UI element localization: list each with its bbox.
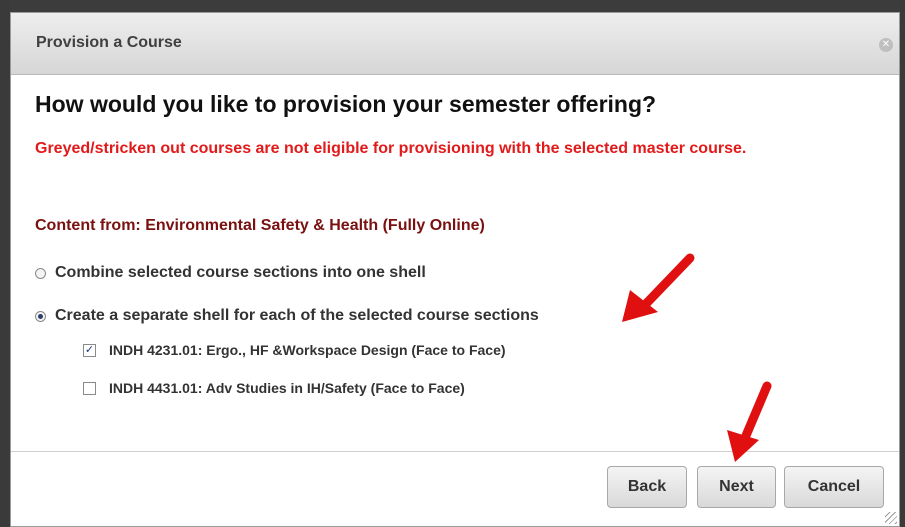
content-source-label: Content from: Environmental Safety & Hea… [35, 217, 485, 234]
close-icon[interactable]: ✕ [879, 38, 893, 52]
resize-grip-icon[interactable] [885, 512, 897, 524]
separate-shell-label: Create a separate shell for each of the … [55, 307, 539, 324]
combine-shell-radio[interactable] [35, 267, 46, 279]
section-item-indh-4431[interactable]: INDH 4431.01: Adv Studies in IH/Safety (… [83, 380, 465, 396]
cancel-button[interactable]: Cancel [784, 466, 884, 508]
backdrop-left [0, 0, 10, 527]
annotation-arrow-icon [727, 381, 772, 462]
page-title: How would you like to provision your sem… [35, 91, 657, 117]
eligibility-warning: Greyed/stricken out courses are not elig… [35, 140, 747, 157]
separate-shell-radio[interactable] [35, 310, 46, 322]
section-checkbox-indh-4431[interactable] [83, 381, 96, 395]
combine-shell-label: Combine selected course sections into on… [55, 264, 426, 281]
section-label-indh-4431: INDH 4431.01: Adv Studies in IH/Safety (… [109, 380, 465, 396]
backdrop-right [900, 0, 905, 527]
option-separate-shell[interactable]: Create a separate shell for each of the … [35, 307, 539, 325]
section-item-indh-4231[interactable]: ✓ INDH 4231.01: Ergo., HF &Workspace Des… [83, 342, 506, 358]
dialog-title: Provision a Course [36, 34, 182, 51]
next-button[interactable]: Next [697, 466, 776, 508]
annotation-arrow-icon [622, 253, 695, 322]
back-button[interactable]: Back [607, 466, 687, 508]
option-combine-shell[interactable]: Combine selected course sections into on… [35, 264, 426, 282]
section-label-indh-4231: INDH 4231.01: Ergo., HF &Workspace Desig… [109, 342, 506, 358]
section-checkbox-indh-4231[interactable]: ✓ [83, 343, 96, 357]
dialog-titlebar[interactable]: Provision a Course ✕ [11, 13, 899, 75]
backdrop-top [0, 0, 905, 12]
